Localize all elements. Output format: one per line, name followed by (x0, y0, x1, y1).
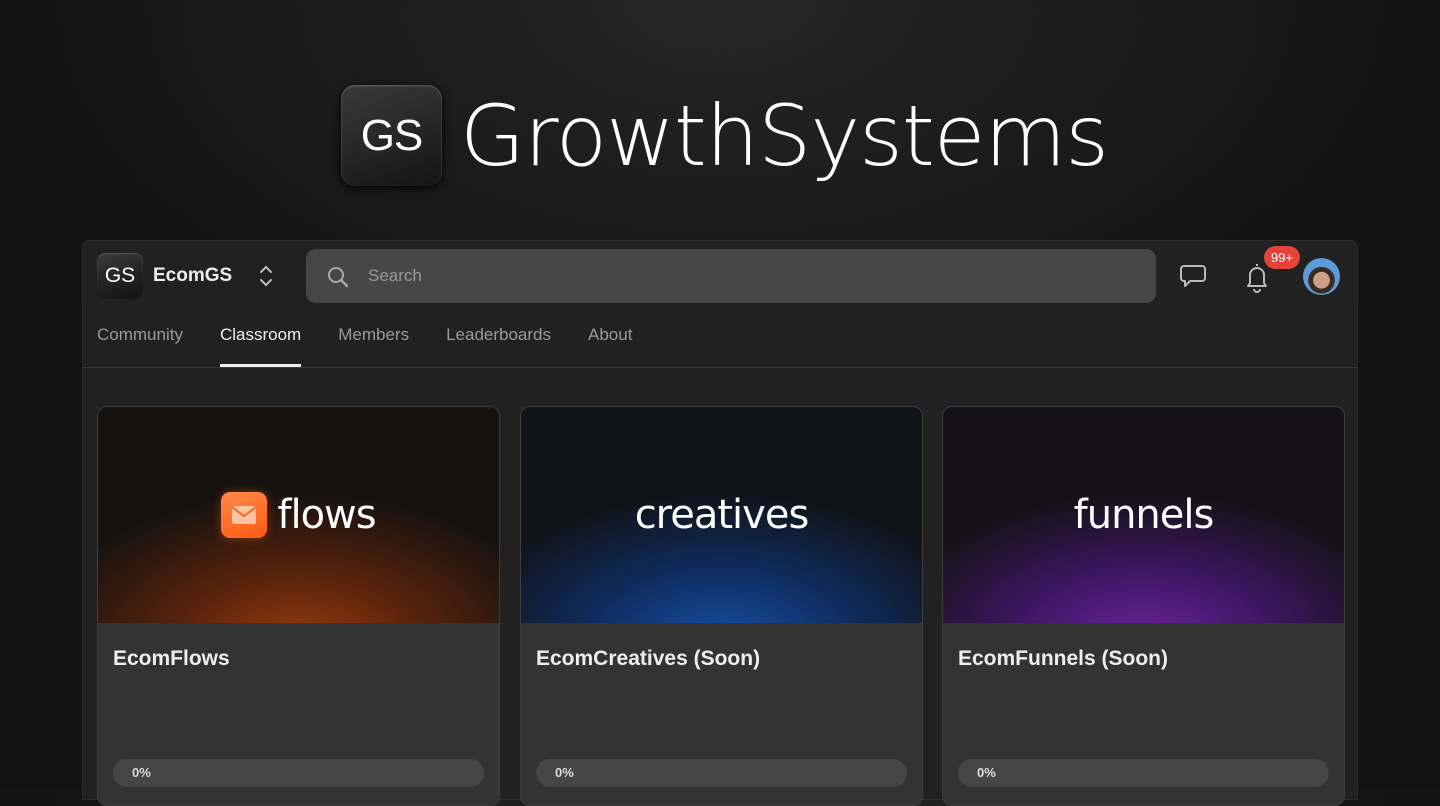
progress-bar: 0% (958, 759, 1329, 787)
search-icon (328, 267, 349, 288)
chevron-up-down-icon[interactable] (258, 263, 274, 290)
top-bar: GS EcomGS 99+ (83, 241, 1357, 311)
progress-bar: 0% (536, 759, 907, 787)
app-window: GS EcomGS 99+ Community Classroom Member… (82, 240, 1358, 806)
course-card-ecomcreatives[interactable]: creatives EcomCreatives (Soon) 0% (520, 406, 923, 806)
banner-text: creatives (634, 492, 810, 538)
course-card-ecomfunnels[interactable]: funnels EcomFunnels (Soon) 0% (942, 406, 1345, 806)
community-name[interactable]: EcomGS (153, 265, 232, 287)
tab-leaderboards[interactable]: Leaderboards (446, 311, 551, 367)
user-avatar[interactable] (1303, 258, 1340, 295)
course-banner: flows (98, 407, 499, 623)
hero-brand: GS GrowthSystems (341, 85, 1109, 186)
brand-logo: GS (341, 85, 442, 186)
progress-label: 0% (977, 765, 996, 780)
search-input[interactable] (368, 249, 1128, 303)
community-logo[interactable]: GS (97, 253, 143, 299)
notification-badge: 99+ (1264, 246, 1301, 269)
banner-text: flows (277, 492, 376, 538)
banner-text: funnels (1073, 492, 1215, 538)
tab-community[interactable]: Community (97, 311, 183, 367)
course-title: EcomFlows (113, 647, 230, 670)
chat-icon[interactable] (1179, 263, 1207, 289)
course-card-ecomflows[interactable]: flows EcomFlows 0% (97, 406, 500, 806)
search-bar[interactable] (306, 249, 1156, 303)
tab-members[interactable]: Members (338, 311, 409, 367)
mail-icon (221, 492, 268, 538)
progress-label: 0% (132, 765, 151, 780)
course-title: EcomCreatives (Soon) (536, 647, 761, 670)
course-banner: creatives (521, 407, 922, 623)
course-banner: funnels (943, 407, 1344, 623)
progress-label: 0% (555, 765, 574, 780)
course-title: EcomFunnels (Soon) (958, 647, 1168, 670)
tab-about[interactable]: About (588, 311, 632, 367)
progress-bar: 0% (113, 759, 484, 787)
bell-icon[interactable] (1244, 261, 1270, 293)
tab-classroom[interactable]: Classroom (219, 311, 302, 367)
tabs-divider (83, 367, 1357, 368)
brand-title: GrowthSystems (460, 86, 1109, 185)
nav-tabs: Community Classroom Members Leaderboards… (97, 311, 632, 367)
